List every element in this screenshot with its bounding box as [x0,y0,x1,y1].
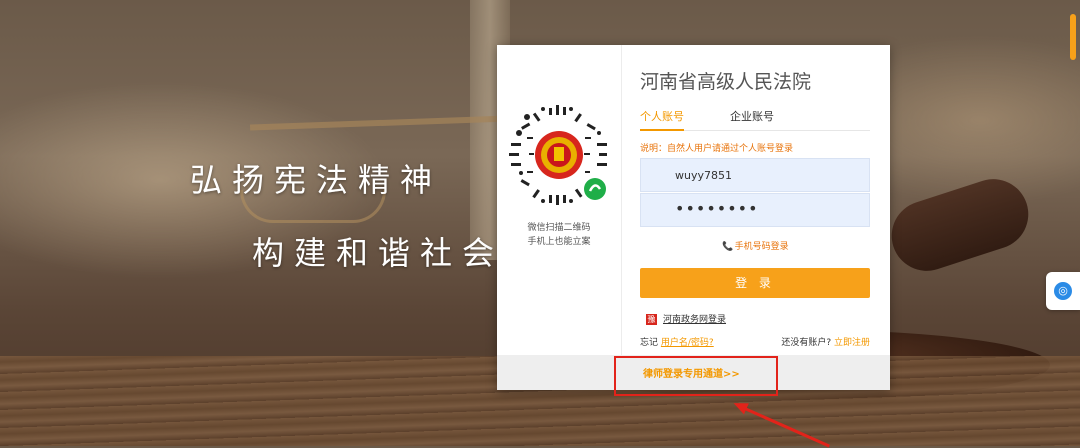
court-title: 河南省高级人民法院 [640,71,812,93]
gov-login-link[interactable]: 豫河南政务网登录 [646,312,726,325]
forget-prefix: 忘记 [640,338,659,348]
register-area: 还没有账户? 立即注册 [781,335,870,348]
phone-icon: 📞 [722,242,734,252]
qr-column: 微信扫描二维码 手机上也能立案 [497,45,622,355]
forget-credentials: 忘记 用户名/密码? [640,335,714,348]
gov-login-label: 河南政务网登录 [663,315,727,325]
forget-credentials-link[interactable]: 用户名/密码? [661,338,714,348]
qr-caption-line-2: 手机上也能立案 [527,237,591,247]
password-value: •••••••• [675,199,759,218]
scrollbar-thumb[interactable] [1070,14,1076,60]
login-note: 说明：自然人用户请通过个人账号登录 [640,144,794,154]
username-value: wuyy7851 [675,169,732,182]
wechat-qr-code [507,103,611,207]
tab-personal-account[interactable]: 个人账号 [640,108,684,131]
password-field[interactable]: •••••••• [640,193,870,227]
login-form: 河南省高级人民法院 个人账号 企业账号 说明：自然人用户请通过个人账号登录 wu… [621,45,890,355]
gov-emblem-icon: 豫 [646,314,657,325]
assistant-icon: ◎ [1054,282,1072,300]
phone-login-label: 手机号码登录 [734,242,789,252]
qr-caption: 微信扫描二维码 手机上也能立案 [497,221,621,249]
register-prefix: 还没有账户? [781,338,832,348]
qr-caption-line-1: 微信扫描二维码 [527,223,591,233]
username-field[interactable]: wuyy7851 [640,158,870,192]
tab-company-account[interactable]: 企业账号 [730,108,774,129]
annotation-highlight-box [614,356,778,396]
phone-login-link[interactable]: 📞手机号码登录 [621,239,890,252]
slogan-line-1: 弘扬宪法精神 [190,161,443,199]
register-link[interactable]: 立即注册 [834,338,870,348]
account-tabs: 个人账号 企业账号 [640,108,870,131]
side-assistant-button[interactable]: ◎ [1046,272,1080,310]
login-button[interactable]: 登 录 [640,268,870,298]
slogan-line-2: 构建和谐社会 [252,234,505,272]
background-gavel-head [882,170,1038,280]
login-panel: 微信扫描二维码 手机上也能立案 河南省高级人民法院 个人账号 企业账号 说明：自… [497,45,890,390]
